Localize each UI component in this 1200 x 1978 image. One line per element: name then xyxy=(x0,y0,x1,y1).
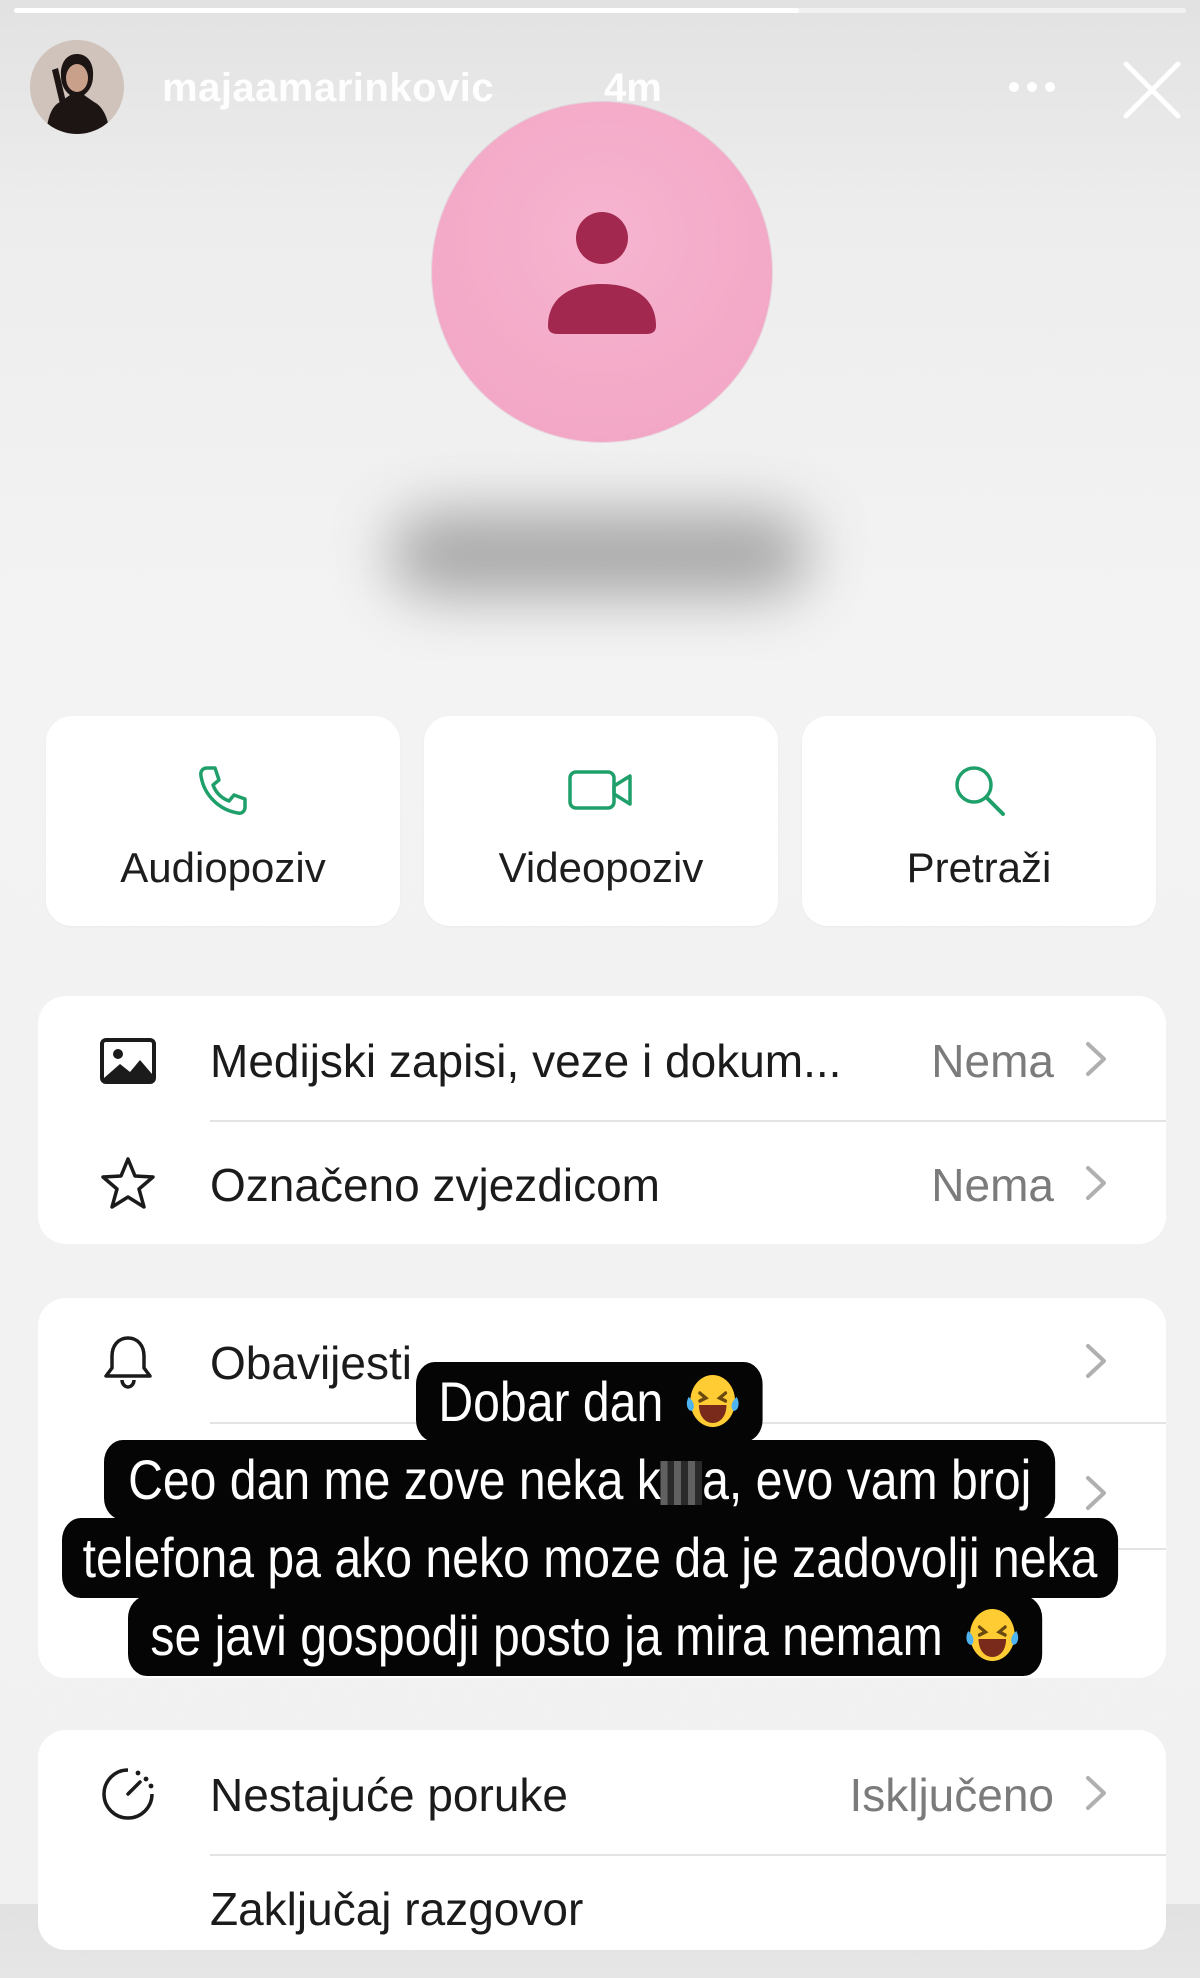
chevron-right-icon xyxy=(1086,1166,1106,1200)
star-icon xyxy=(101,1157,155,1209)
disappearing-messages-row[interactable]: Nestajuće poruke Isključeno xyxy=(38,1730,1166,1854)
disappearing-row-value: Isključeno xyxy=(849,1769,1054,1821)
caption-line-1-text: Dobar dan xyxy=(438,1370,664,1433)
timer-icon xyxy=(102,1768,154,1820)
media-starred-group: Medijski zapisi, veze i dokum... Nema Oz… xyxy=(38,996,1166,1244)
chevron-right-icon xyxy=(1086,1042,1106,1076)
media-row-value: Nema xyxy=(931,1035,1054,1087)
caption-line-3: telefona pa ako neko moze da je zadovolj… xyxy=(62,1518,1119,1598)
search-label: Pretraži xyxy=(906,844,1052,891)
image-icon xyxy=(100,1038,156,1084)
audio-call-label: Audiopoziv xyxy=(120,844,326,891)
person-silhouette-icon xyxy=(548,212,656,334)
bell-icon xyxy=(104,1336,152,1389)
close-icon[interactable] xyxy=(1120,58,1184,122)
video-call-label: Videopoziv xyxy=(498,844,704,891)
chevron-right-icon xyxy=(1086,1344,1106,1378)
blurred-contact-name xyxy=(390,512,810,596)
story-user-avatar[interactable] xyxy=(30,40,124,134)
disappearing-row-label: Nestajuće poruke xyxy=(210,1769,568,1821)
privacy-group: Nestajuće poruke Isključeno Zaključaj ra… xyxy=(38,1730,1166,1950)
media-links-docs-row[interactable]: Medijski zapisi, veze i dokum... Nema xyxy=(38,996,1166,1120)
caption-line-2: Ceo dan me zove neka k a, evo vam broj xyxy=(104,1440,1056,1520)
lock-row-label: Zaključaj razgovor xyxy=(210,1883,584,1935)
caption-line-4: se javi gospodji posto ja mira nemam xyxy=(128,1596,1043,1676)
laughing-emoji-icon xyxy=(966,1609,1019,1661)
starred-row-label: Označeno zvjezdicom xyxy=(210,1159,660,1211)
caption-line-2a-text: Ceo dan me zove neka k xyxy=(128,1448,661,1511)
video-camera-icon xyxy=(568,770,632,810)
story-progress-fill xyxy=(14,8,800,13)
search-button[interactable]: Pretraži xyxy=(802,716,1156,926)
lock-chat-row[interactable]: Zaključaj razgovor xyxy=(38,1854,1166,1978)
audio-call-button[interactable]: Audiopoziv xyxy=(46,716,400,926)
search-icon xyxy=(955,766,1005,816)
chevron-right-icon xyxy=(1086,1476,1106,1510)
laughing-emoji-icon xyxy=(686,1375,739,1427)
notifications-row-label: Obavijesti xyxy=(210,1337,412,1389)
media-row-label: Medijski zapisi, veze i dokum... xyxy=(210,1035,842,1087)
caption-line-2b-text: a, evo vam broj xyxy=(702,1448,1032,1511)
contact-avatar xyxy=(432,102,772,442)
starred-messages-row[interactable]: Označeno zvjezdicom Nema xyxy=(38,1120,1166,1244)
starred-row-value: Nema xyxy=(931,1159,1054,1211)
more-options-icon[interactable] xyxy=(1006,72,1058,102)
story-progress-bar xyxy=(14,8,1186,13)
video-call-button[interactable]: Videopoziv xyxy=(424,716,778,926)
caption-line-4-text: se javi gospodji posto ja mira nemam xyxy=(150,1604,943,1667)
caption-line-1: Dobar dan xyxy=(416,1362,763,1442)
caption-line-3-text: telefona pa ako neko moze da je zadovolj… xyxy=(82,1526,1098,1589)
phone-icon xyxy=(199,766,247,815)
chevron-right-icon xyxy=(1086,1776,1106,1810)
censored-word-blur xyxy=(660,1461,703,1505)
